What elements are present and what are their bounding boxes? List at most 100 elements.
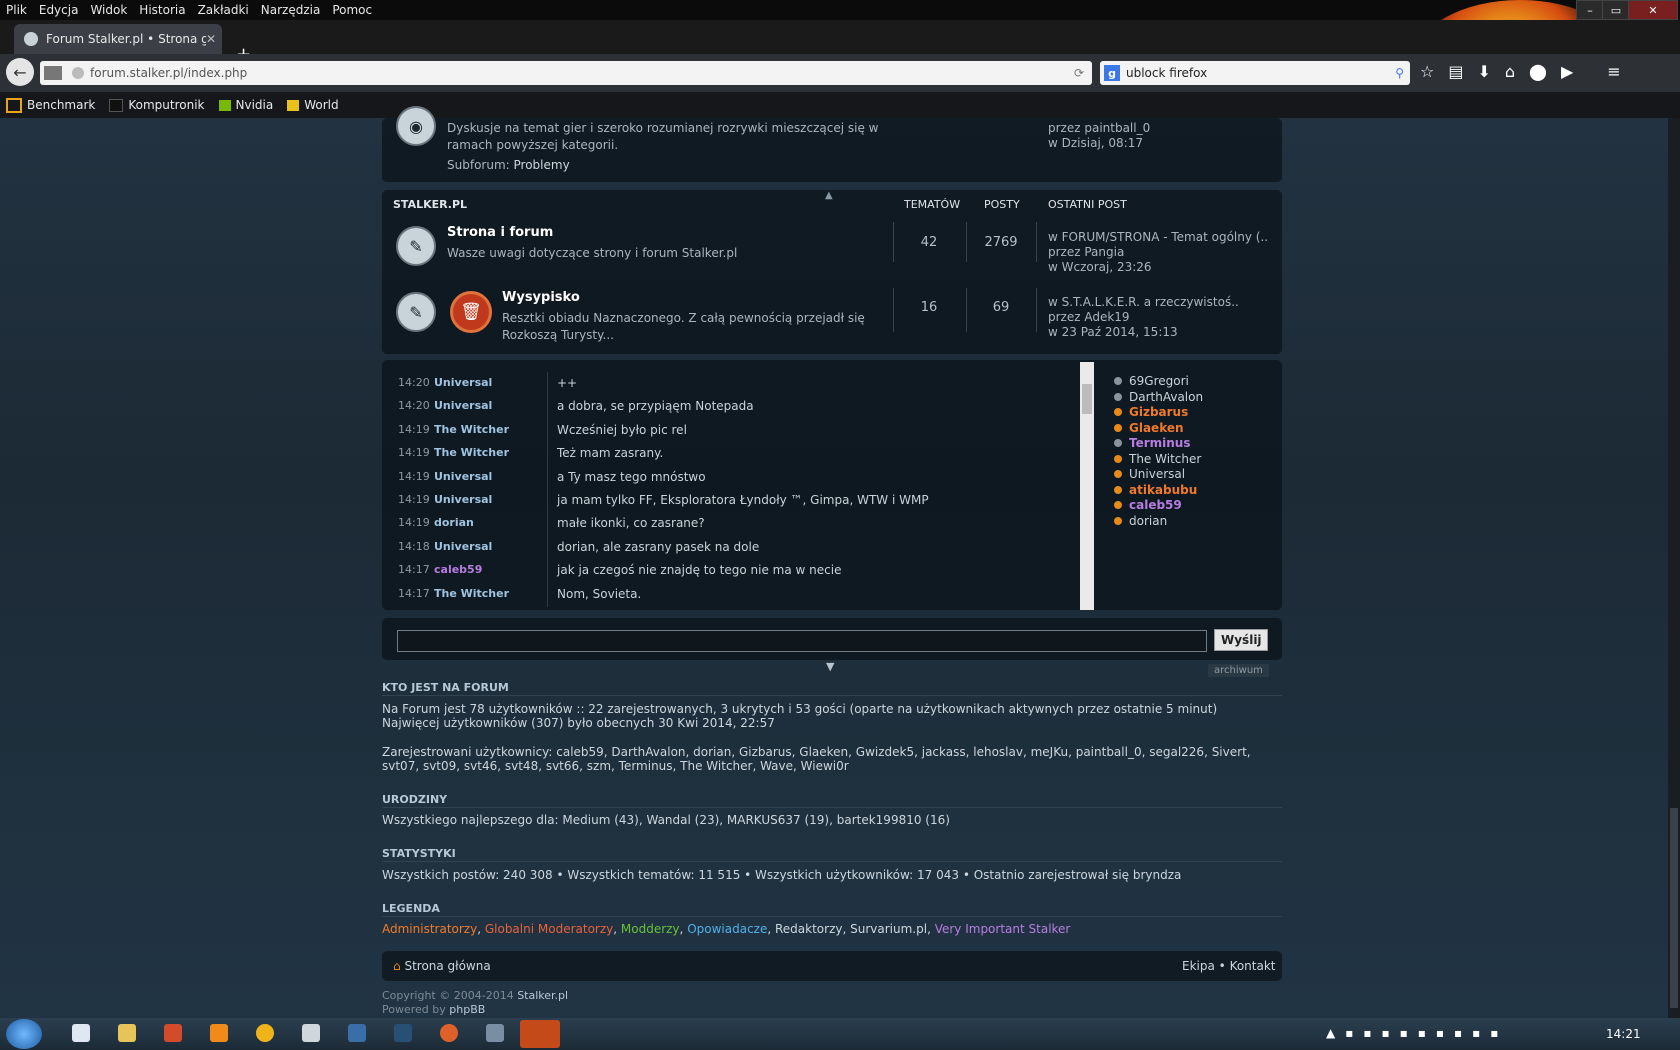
site-identity-icon[interactable] [44,66,62,80]
maximize-icon[interactable]: ▭ [1602,0,1630,20]
app-icon[interactable] [440,1024,458,1042]
online-user[interactable]: 69Gregori [1114,374,1189,388]
app-icon[interactable] [302,1024,320,1042]
phpbb-link[interactable]: phpBB [449,1003,485,1016]
last-post-author[interactable]: przez Adek19 [1048,310,1130,324]
minimize-icon[interactable]: – [1576,0,1604,20]
download-icon[interactable]: ⬇ [1477,62,1490,81]
forum-title-strona[interactable]: Strona i forum [447,225,553,240]
bookmark-benchmark[interactable]: Benchmark [6,97,95,113]
legend-item[interactable]: Globalni Moderatorzy [485,922,613,936]
shout-user[interactable]: Universal [434,376,554,389]
shout-text: Też mam zasrany. [557,446,664,461]
system-tray[interactable]: ▲▪▪▪▪▪▪▪▪▪ [1326,1026,1508,1040]
menu-edycja[interactable]: Edycja [33,3,85,17]
vlc-icon[interactable] [210,1024,228,1042]
home-link[interactable]: ⌂ Strona główna [393,959,491,973]
page-scrollbar[interactable] [1668,118,1680,1018]
shout-user[interactable]: The Witcher [434,446,554,459]
send-button[interactable]: Wyślij [1214,629,1268,651]
subforum-link-problemy[interactable]: Problemy [514,158,570,172]
online-user[interactable]: Terminus [1114,436,1191,450]
online-user[interactable]: atikabubu [1114,483,1197,497]
shout-user[interactable]: Universal [434,470,554,483]
shout-user[interactable]: caleb59 [434,563,554,576]
online-user-name: atikabubu [1129,482,1198,497]
shout-message: 14:19 The Witcher Też mam zasrany. [398,446,663,460]
menu-icon[interactable]: ≡ [1607,62,1620,81]
search-icon[interactable]: ⚲ [1395,66,1404,80]
start-button[interactable] [6,1019,42,1049]
forum-title-wysypisko[interactable]: Wysypisko [502,290,580,305]
menu-zakladki[interactable]: Zakładki [192,3,255,17]
archive-link[interactable]: archiwum [1208,664,1269,677]
bookmark-nvidia[interactable]: Nvidia [218,98,273,112]
online-user[interactable]: Glaeken [1114,421,1184,435]
shout-user[interactable]: The Witcher [434,587,554,600]
url-bar[interactable]: forum.stalker.pl/index.php ⟳ [40,61,1092,85]
last-post-author[interactable]: przez Pangia [1048,245,1124,259]
youtube-icon[interactable]: ▶ [1561,62,1573,81]
shout-text: małe ikonki, co zasrane? [557,516,705,531]
shoutbox-scroll-thumb[interactable] [1082,384,1092,414]
legend-item[interactable]: Modderzy [621,922,680,936]
legend-item[interactable]: Opowiadacze [687,922,767,936]
google-icon[interactable]: g [1104,65,1120,81]
last-post-topic[interactable]: w S.T.A.L.K.E.R. a rzeczywistoś.. [1048,295,1239,309]
collapse-up-icon[interactable]: ▲ [825,190,833,201]
legend-item[interactable]: Very Important Stalker [935,922,1071,936]
online-user[interactable]: dorian [1114,514,1167,528]
menu-historia[interactable]: Historia [133,3,191,17]
star-icon[interactable]: ☆ [1420,62,1434,81]
online-user[interactable]: The Witcher [1114,452,1201,466]
shoutbox-scrollbar[interactable] [1080,362,1094,610]
bookmark-world[interactable]: World [287,98,339,112]
shout-user[interactable]: Universal [434,540,554,553]
top-last-by[interactable]: przez paintball_0 [1048,121,1150,135]
app-icon[interactable] [486,1024,504,1042]
notepad-icon[interactable] [72,1024,90,1042]
shout-user[interactable]: dorian [434,516,554,529]
save-icon[interactable] [348,1024,366,1042]
adblock-icon[interactable]: ⬤ [1529,62,1547,81]
steam-icon[interactable] [394,1024,412,1042]
shout-user[interactable]: The Witcher [434,423,554,436]
app-icon[interactable] [164,1024,182,1042]
legend-item[interactable]: Survarium.pl [850,922,927,936]
online-user[interactable]: DarthAvalon [1114,390,1203,404]
online-user[interactable]: Gizbarus [1114,405,1188,419]
search-bar[interactable]: g ublock firefox ⚲ [1100,61,1410,85]
category-name[interactable]: STALKER.PL [393,198,467,211]
site-link[interactable]: Stalker.pl [517,989,568,1002]
online-user[interactable]: caleb59 [1114,498,1182,512]
menu-plik[interactable]: Plik [0,3,33,17]
contact-link[interactable]: Kontakt [1230,959,1276,973]
legend-item[interactable]: Administratorzy [382,922,477,936]
online-user[interactable]: Universal [1114,467,1185,481]
bookmark-komputronik[interactable]: Komputronik [109,98,205,112]
back-icon[interactable]: ← [6,58,34,86]
reading-list-icon[interactable]: ▤ [1448,62,1463,81]
close-tab-icon[interactable]: ✕ [206,32,222,46]
menu-narzedzia[interactable]: Narzędzia [255,3,327,17]
app-icon[interactable] [256,1024,274,1042]
home-icon[interactable]: ⌂ [1505,62,1515,81]
team-link[interactable]: Ekipa [1182,959,1215,973]
shout-text: jak ja czegoś nie znajdę to tego nie ma … [557,563,842,578]
legend-item[interactable]: Redaktorzy [775,922,842,936]
collapse-down-icon[interactable]: ▼ [826,660,834,673]
explorer-icon[interactable] [118,1024,136,1042]
shout-input[interactable] [397,630,1207,652]
shout-message: 14:19 The Witcher Wcześniej było pic rel [398,423,687,437]
firefox-taskbar-icon[interactable] [520,1020,560,1048]
reload-icon[interactable]: ⟳ [1074,66,1084,80]
menu-widok[interactable]: Widok [84,3,133,17]
menu-pomoc[interactable]: Pomoc [326,3,378,17]
tab-forum[interactable]: Forum Stalker.pl • Strona g... ✕ [14,24,222,54]
scrollbar-thumb[interactable] [1670,808,1678,1008]
close-window-icon[interactable]: ✕ [1628,0,1678,20]
tab-bar: Forum Stalker.pl • Strona g... ✕ + [0,20,1680,65]
shout-user[interactable]: Universal [434,493,554,506]
shout-user[interactable]: Universal [434,399,554,412]
last-post-topic[interactable]: w FORUM/STRONA - Temat ogólny (.. [1048,230,1268,244]
